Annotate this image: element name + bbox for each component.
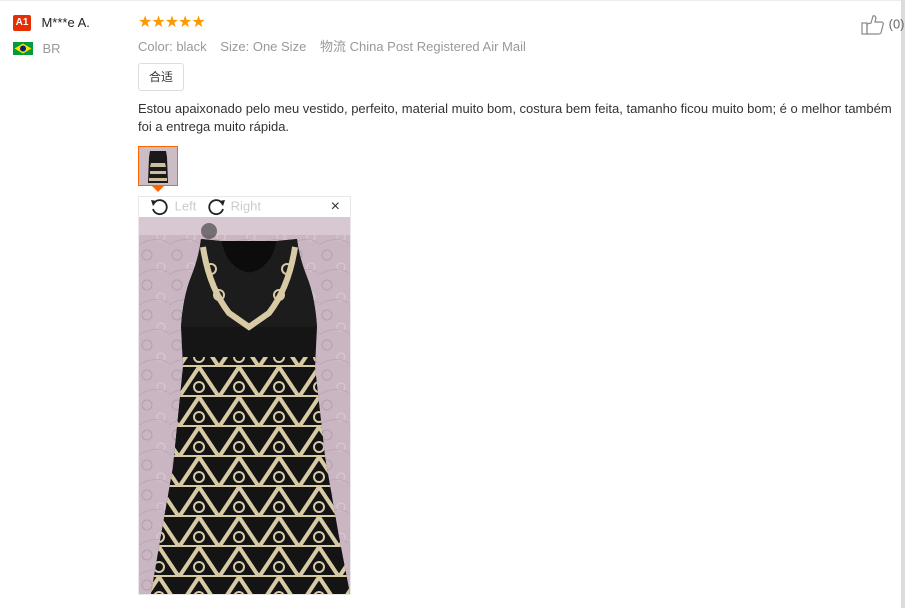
size-label: Size: bbox=[220, 39, 250, 54]
rotate-right-icon bbox=[205, 198, 231, 216]
top-divider bbox=[0, 0, 905, 1]
brazil-flag-icon bbox=[13, 42, 33, 56]
order-info: Color: black Size: One Size 物流 China Pos… bbox=[138, 39, 898, 55]
buyer-level-badge: A1 bbox=[13, 14, 31, 31]
shipping-attribute: 物流 China Post Registered Air Mail bbox=[320, 39, 526, 54]
shipping-label: 物流 bbox=[319, 39, 346, 54]
color-value: black bbox=[176, 39, 207, 54]
rotate-left-icon bbox=[149, 198, 175, 216]
color-attribute: Color: black bbox=[138, 39, 207, 54]
rotate-right-button[interactable]: Right bbox=[205, 198, 261, 216]
star-rating: ★★★★★ bbox=[138, 14, 206, 31]
reviewer-info: A1 M***e A. BR bbox=[13, 14, 90, 58]
shipping-value: China Post Registered Air Mail bbox=[349, 39, 526, 54]
reviewer-country: BR bbox=[13, 40, 90, 58]
review-photo bbox=[139, 217, 350, 594]
thumbnail-pointer bbox=[152, 186, 164, 192]
review-content: ★★★★★ Color: black Size: One Size 物流 Chi… bbox=[138, 14, 898, 136]
review-photo-thumbnail[interactable] bbox=[138, 146, 178, 186]
color-label: Color: bbox=[138, 39, 173, 54]
review-tag: 合适 bbox=[138, 63, 185, 91]
review-text: Estou apaixonado pelo meu vestido, perfe… bbox=[138, 101, 892, 134]
rotate-left-label: Left bbox=[174, 198, 197, 214]
close-viewer-button[interactable]: × bbox=[331, 198, 340, 216]
size-attribute: Size: One Size bbox=[220, 39, 306, 54]
page-scroll-edge[interactable] bbox=[901, 0, 905, 608]
reviewer-row: A1 M***e A. bbox=[13, 14, 90, 32]
size-value: One Size bbox=[252, 39, 307, 54]
country-code: BR bbox=[42, 41, 61, 57]
rotate-left-button[interactable]: Left bbox=[149, 198, 196, 216]
reviewer-name: M***e A. bbox=[41, 15, 90, 31]
rotate-right-label: Right bbox=[230, 198, 261, 214]
viewer-toolbar: Left Right × bbox=[139, 197, 350, 217]
photo-viewer: Left Right × bbox=[138, 196, 351, 595]
